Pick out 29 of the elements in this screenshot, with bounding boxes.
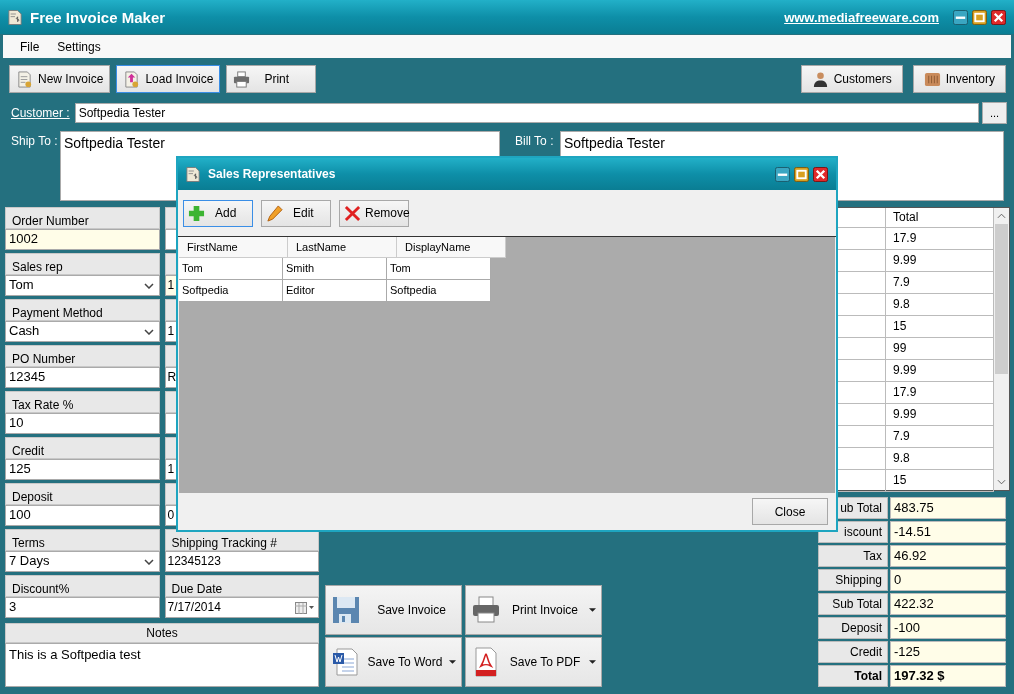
summary-value: 197.32 $ (890, 665, 1006, 687)
field-label: PO Number (5, 345, 160, 367)
summary-value: 46.92 (890, 545, 1006, 567)
field-label: Discount% (5, 575, 160, 597)
field-label: Order Number (5, 207, 160, 229)
summary-label: Credit (818, 641, 888, 663)
summary-label: Total (818, 665, 888, 687)
bill-to-label: Bill To : (515, 133, 555, 148)
summary-label: Deposit (818, 617, 888, 639)
window-title: Free Invoice Maker (30, 8, 166, 26)
field-label: Payment Method (5, 299, 160, 321)
summary-label: Shipping (818, 569, 888, 591)
field-label: Terms (5, 529, 160, 551)
summary-value: -125 (890, 641, 1006, 663)
dialog-title: Sales Representatives (208, 167, 336, 181)
summary-label: Sub Total (818, 593, 888, 615)
summary-value: -14.51 (890, 521, 1006, 543)
summary-value: 0 (890, 569, 1006, 591)
summary-value: -100 (890, 617, 1006, 639)
field-label: Deposit (5, 483, 160, 505)
field-label: Sales rep (5, 253, 160, 275)
summary-value: 422.32 (890, 593, 1006, 615)
field-label: Tax Rate % (5, 391, 160, 413)
summary-value: 483.75 (890, 497, 1006, 519)
field-label: Due Date (164, 575, 319, 597)
summary-label: Tax (818, 545, 888, 567)
ship-to-label: Ship To : (11, 133, 59, 148)
notes-label: Notes (5, 623, 319, 643)
field-label: Credit (5, 437, 160, 459)
